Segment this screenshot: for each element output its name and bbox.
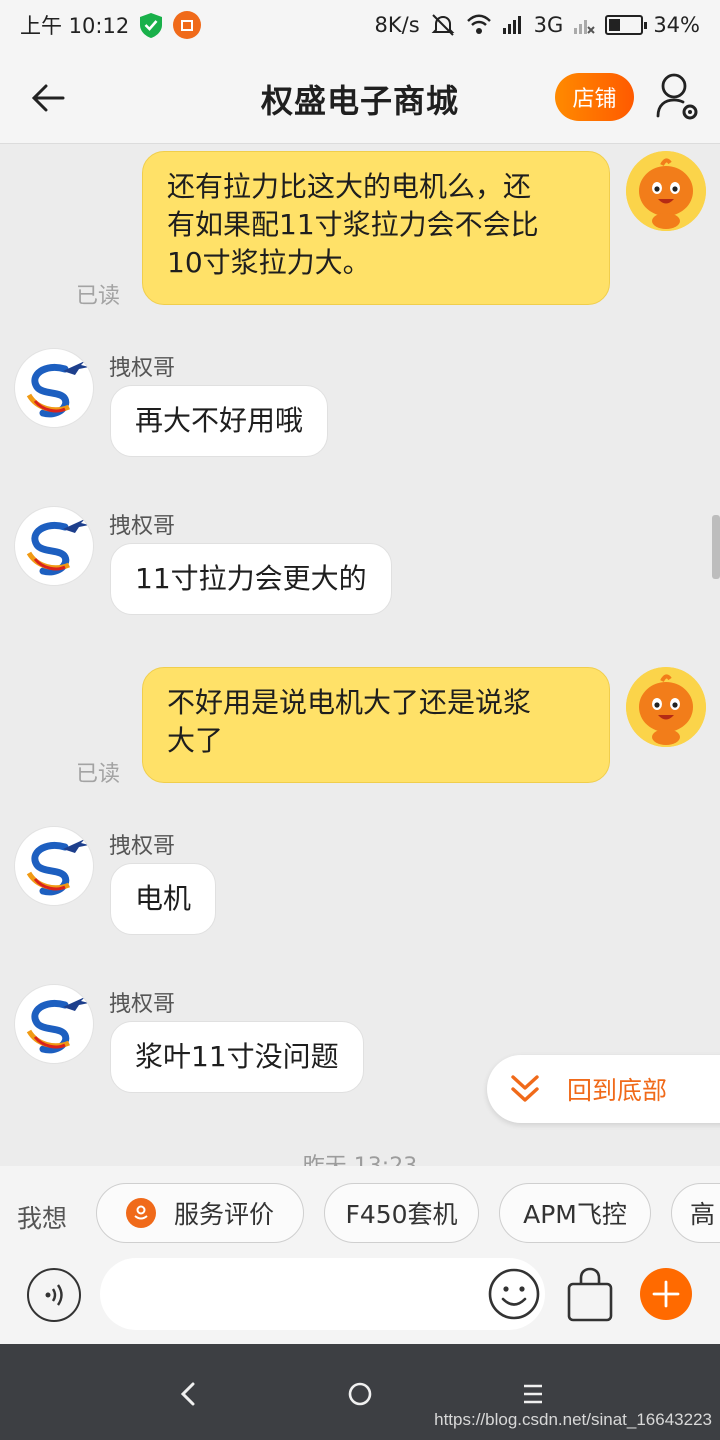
no-signal-icon xyxy=(574,20,596,34)
emoji-button[interactable] xyxy=(486,1266,542,1322)
flower-icon xyxy=(125,1198,156,1228)
message-bubble-received[interactable]: 11寸拉力会更大的 xyxy=(110,543,392,615)
chip-label: 高 xyxy=(690,1200,716,1229)
arrow-left-icon xyxy=(31,84,65,112)
battery-icon xyxy=(605,15,648,35)
user-profile-button[interactable] xyxy=(654,72,700,124)
menu-icon xyxy=(524,1384,542,1404)
my-avatar[interactable] xyxy=(626,151,706,231)
watermark: https://blog.csdn.net/sinat_16643223 xyxy=(434,1410,712,1429)
chevron-left-icon xyxy=(180,1382,195,1406)
message-line: 还有拉力比这大的电机么，还 xyxy=(167,170,532,203)
quick-reply-label: 我想 xyxy=(17,1204,68,1233)
message-line: 10寸浆拉力大。 xyxy=(167,246,371,279)
plus-icon xyxy=(652,1280,680,1308)
emoji-icon xyxy=(488,1268,540,1320)
chat-header: 权盛电子商城 店铺 xyxy=(0,50,720,144)
back-button[interactable] xyxy=(26,76,70,120)
read-receipt: 已读 xyxy=(76,284,121,309)
seller-avatar[interactable] xyxy=(14,984,94,1064)
message-line: 大了 xyxy=(167,724,224,757)
signal-icon xyxy=(502,16,521,34)
mascot-avatar-icon xyxy=(626,151,706,231)
nav-back-button[interactable] xyxy=(166,1374,210,1414)
chip-label: 服务评价 xyxy=(173,1200,274,1229)
message-text: 再大不好用哦 xyxy=(135,404,304,437)
sender-name: 拽权哥 xyxy=(109,514,176,539)
message-text: 电机 xyxy=(135,882,192,915)
store-button[interactable]: 店铺 xyxy=(555,73,634,121)
back-to-bottom-button[interactable]: 回到底部 xyxy=(487,1055,720,1123)
status-bar: 上午 10:12 8K/s 3G 34% xyxy=(0,0,720,50)
voice-icon xyxy=(45,1284,63,1306)
user-settings-icon xyxy=(656,73,698,120)
input-bar xyxy=(0,1258,720,1344)
message-bubble-sent[interactable]: 不好用是说电机大了还是说浆 大了 xyxy=(142,667,610,783)
airplane-logo-icon xyxy=(26,839,89,896)
nav-menu-button[interactable] xyxy=(511,1374,555,1414)
my-avatar[interactable] xyxy=(626,667,706,747)
quick-reply-bar: 我想 服务评价 F450套机 APM飞控 高 xyxy=(0,1166,720,1262)
message-line: 有如果配11寸浆拉力会不会比 xyxy=(167,208,539,241)
sender-name: 拽权哥 xyxy=(109,356,176,381)
more-button[interactable] xyxy=(640,1268,692,1320)
quick-reply-chip[interactable]: F450套机 xyxy=(324,1183,479,1243)
battery-percent: 34% xyxy=(653,13,700,37)
airplane-logo-icon xyxy=(26,519,89,576)
status-time: 上午 10:12 xyxy=(20,14,130,38)
sender-name: 拽权哥 xyxy=(109,834,176,859)
message-bubble-sent[interactable]: 还有拉力比这大的电机么，还 有如果配11寸浆拉力会不会比 10寸浆拉力大。 xyxy=(142,151,610,305)
shopping-bag-icon xyxy=(567,1267,613,1322)
seller-avatar[interactable] xyxy=(14,506,94,586)
network-type: 3G xyxy=(533,13,564,37)
quick-reply-chip[interactable]: 服务评价 xyxy=(96,1183,304,1243)
read-receipt: 已读 xyxy=(76,762,121,787)
app-notification-icon xyxy=(173,11,202,39)
double-chevron-down-icon xyxy=(511,1075,539,1102)
message-line: 不好用是说电机大了还是说浆 xyxy=(167,686,532,719)
message-text: 11寸拉力会更大的 xyxy=(135,562,367,595)
shopping-bag-button[interactable] xyxy=(565,1266,615,1324)
wifi-icon xyxy=(466,14,491,34)
message-bubble-received[interactable]: 浆叶11寸没问题 xyxy=(110,1021,364,1093)
message-bubble-received[interactable]: 电机 xyxy=(110,863,217,935)
airplane-logo-icon xyxy=(26,997,89,1054)
mute-bell-icon xyxy=(431,14,455,36)
chat-timestamp: 昨天 13:23 xyxy=(0,1148,720,1166)
network-speed: 8K/s xyxy=(374,13,420,37)
mascot-avatar-icon xyxy=(626,667,706,747)
sender-name: 拽权哥 xyxy=(109,992,176,1017)
message-bubble-received[interactable]: 再大不好用哦 xyxy=(110,385,329,457)
voice-button[interactable] xyxy=(27,1268,81,1322)
scrollbar[interactable] xyxy=(712,515,720,579)
message-text: 浆叶11寸没问题 xyxy=(135,1040,339,1073)
back-to-bottom-label: 回到底部 xyxy=(567,1076,668,1105)
quick-reply-chip[interactable]: 高 xyxy=(671,1183,720,1243)
message-input[interactable] xyxy=(100,1258,545,1330)
shield-icon xyxy=(140,13,163,38)
chat-area[interactable]: 还有拉力比这大的电机么，还 有如果配11寸浆拉力会不会比 10寸浆拉力大。 已读… xyxy=(0,145,720,1166)
chip-label: APM飞控 xyxy=(523,1200,627,1229)
quick-reply-chip[interactable]: APM飞控 xyxy=(499,1183,651,1243)
system-nav-bar: https://blog.csdn.net/sinat_16643223 xyxy=(0,1344,720,1440)
circle-home-icon xyxy=(348,1382,372,1406)
seller-avatar[interactable] xyxy=(14,348,94,428)
seller-avatar[interactable] xyxy=(14,826,94,906)
chip-label: F450套机 xyxy=(345,1200,458,1229)
airplane-logo-icon xyxy=(26,361,89,418)
nav-home-button[interactable] xyxy=(338,1374,382,1414)
